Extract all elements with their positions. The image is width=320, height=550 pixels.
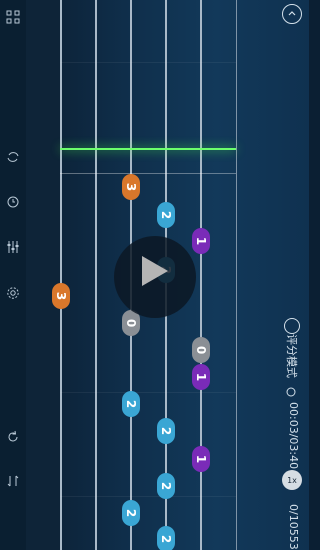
collapse-chevron-icon[interactable] [282, 4, 302, 24]
clock-icon [286, 386, 296, 398]
swap-icon[interactable] [4, 472, 22, 490]
tab-note: 3 [52, 283, 70, 309]
tab-note: 1 [192, 364, 210, 390]
playback-time: 00:03/03:40 [287, 402, 300, 470]
beat-line [60, 496, 236, 497]
play-button[interactable] [114, 236, 196, 318]
tab-note: 2 [157, 473, 175, 499]
tab-note: 3 [122, 174, 140, 200]
right-panel: 评分模式 00:03/03:40 1x 0/10553 [236, 0, 309, 550]
progress-counter: 0/10553 [287, 504, 300, 550]
guitar-tab-player: 3 2 1 2 3 0 0 1 2 2 1 2 2 2 评分模式 00:03/0… [0, 0, 309, 550]
tab-note: 1 [192, 446, 210, 472]
loop-icon[interactable] [4, 148, 22, 166]
tab-note: 2 [157, 418, 175, 444]
timer-icon[interactable] [4, 193, 22, 211]
lane-left-margin [26, 0, 60, 550]
left-toolbar [0, 0, 27, 550]
tab-note: 2 [122, 500, 140, 526]
beat-line [60, 392, 236, 393]
mixer-icon[interactable] [4, 238, 22, 256]
string-2 [95, 0, 97, 550]
settings-icon[interactable] [4, 284, 22, 302]
tab-note: 2 [157, 526, 175, 550]
string-1 [60, 0, 62, 550]
speed-button[interactable]: 1x [282, 470, 302, 490]
play-position-line [60, 148, 236, 150]
tab-note: 2 [157, 202, 175, 228]
tab-note: 1 [192, 228, 210, 254]
play-icon [142, 256, 168, 286]
tab-note: 0 [192, 337, 210, 363]
beat-line [60, 62, 236, 63]
grid-icon[interactable] [4, 8, 22, 26]
score-mode-icon[interactable] [284, 318, 300, 334]
score-mode-label[interactable]: 评分模式 [284, 334, 300, 378]
measure-line [60, 173, 236, 174]
refresh-icon[interactable] [4, 428, 22, 446]
tab-note: 2 [122, 391, 140, 417]
